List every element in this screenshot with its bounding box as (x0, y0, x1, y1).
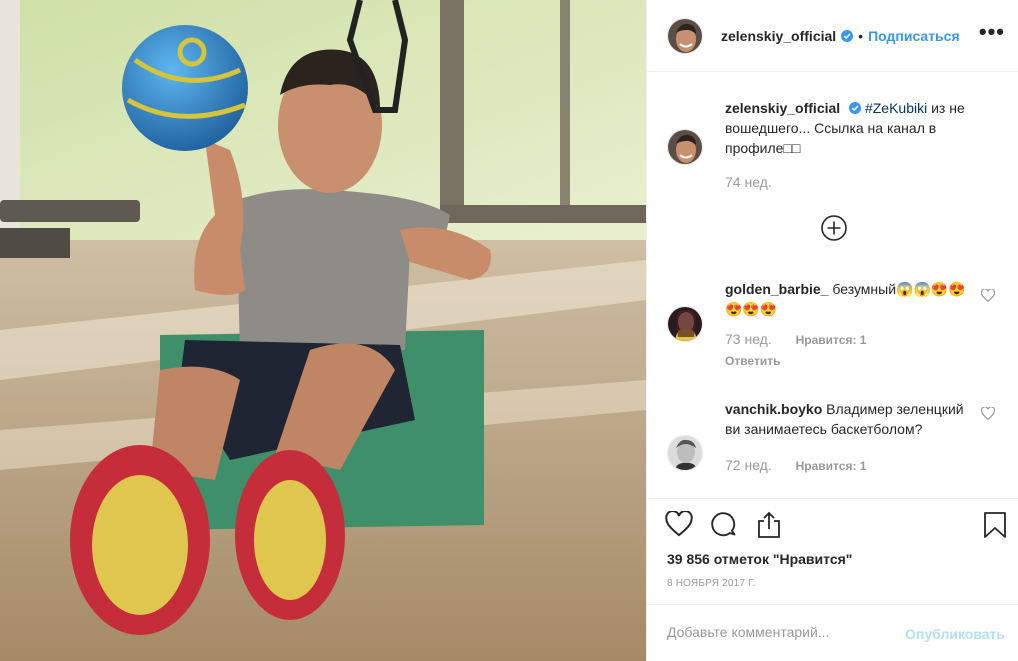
comment-likes[interactable]: Нравится: 1 (796, 333, 867, 347)
comment-like-heart-icon[interactable] (980, 288, 996, 305)
comment-avatar[interactable] (667, 435, 703, 471)
post-photo[interactable] (0, 0, 646, 661)
comment-likes[interactable]: Нравится: 1 (796, 459, 867, 473)
add-comment-section: Опубликовать (647, 604, 1018, 661)
post-side-panel: zelenskiy_official • Подписаться ••• zel… (646, 0, 1018, 661)
post-header: zelenskiy_official • Подписаться ••• (647, 0, 1018, 72)
more-icon[interactable]: ••• (979, 21, 1005, 43)
verified-icon (841, 29, 854, 42)
likes-count[interactable]: 39 856 отметок "Нравится" (667, 551, 852, 567)
author-username[interactable]: zelenskiy_official (721, 28, 836, 44)
comment-avatar-image (668, 436, 702, 470)
caption-avatar[interactable] (667, 129, 703, 165)
comment-time[interactable]: 73 нед. (725, 331, 772, 347)
caption-avatar-image (668, 130, 702, 164)
share-icon[interactable] (755, 511, 783, 542)
caption-hashtag[interactable]: #ZeKubiki (865, 100, 927, 116)
bookmark-icon[interactable] (983, 511, 1007, 542)
comment-time[interactable]: 72 нед. (725, 457, 772, 473)
comment-icon[interactable] (710, 511, 738, 542)
post-photo-image (0, 0, 646, 661)
comment-input[interactable] (667, 624, 887, 640)
caption-username[interactable]: zelenskiy_official (725, 100, 840, 116)
comment-avatar[interactable] (667, 306, 703, 342)
post-date[interactable]: 8 НОЯБРЯ 2017 Г. (667, 578, 756, 589)
publish-button[interactable]: Опубликовать (905, 626, 1005, 642)
add-circle-icon[interactable] (821, 215, 847, 244)
comment-username[interactable]: golden_barbie_ (725, 281, 828, 297)
caption-time[interactable]: 74 нед. (725, 172, 975, 192)
comment-like-heart-icon[interactable] (980, 406, 996, 423)
reply-button[interactable]: Ответить (725, 351, 975, 371)
verified-icon (849, 102, 862, 114)
comments-list[interactable]: zelenskiy_official #ZeKubiki из не вошед… (647, 73, 1018, 498)
author-avatar[interactable] (667, 17, 703, 54)
separator-dot: • (858, 27, 864, 44)
comment-avatar-image (668, 307, 702, 341)
author-avatar-image (668, 18, 702, 53)
comment-username[interactable]: vanchik.boyko (725, 401, 822, 417)
follow-button[interactable]: Подписаться (868, 28, 960, 44)
action-bar (647, 498, 1018, 554)
heart-icon[interactable] (665, 510, 693, 540)
